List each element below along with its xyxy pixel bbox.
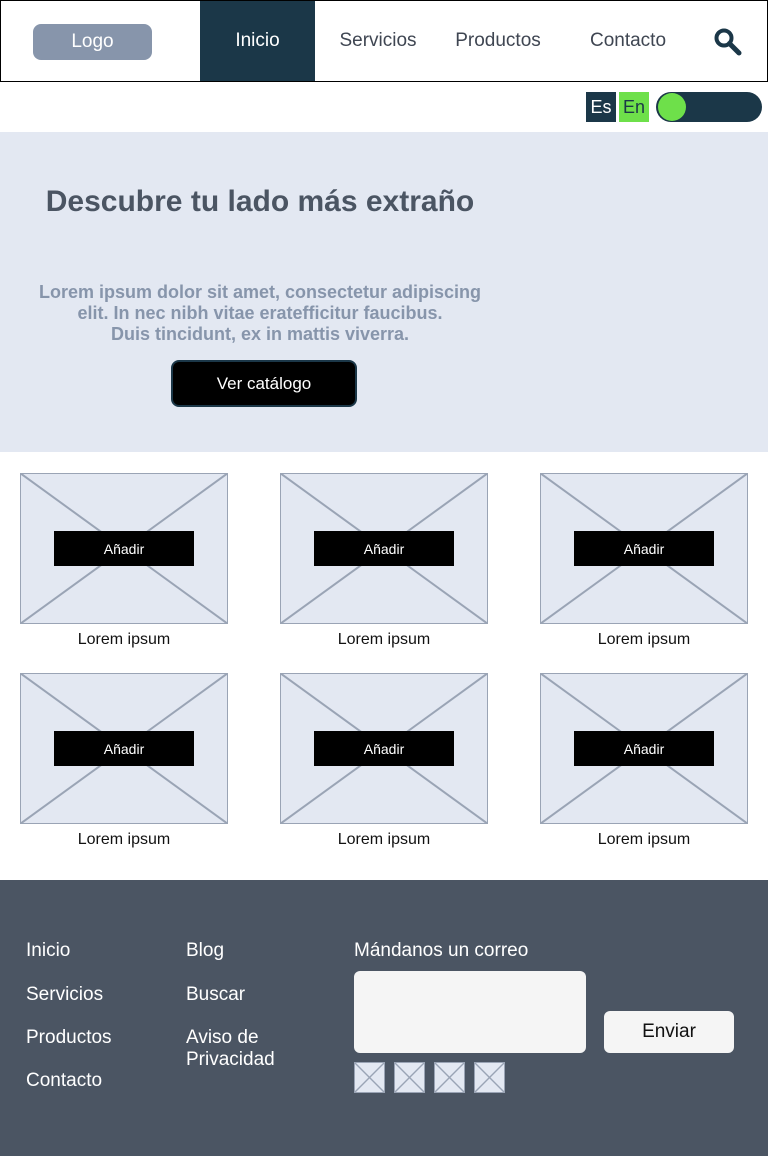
footer-link-blog[interactable]: Blog xyxy=(186,940,224,962)
hero-title: Descubre tu lado más extraño xyxy=(45,185,475,218)
social-icon[interactable] xyxy=(394,1062,425,1093)
add-to-cart-button[interactable]: Añadir xyxy=(574,731,714,766)
catalog-button[interactable]: Ver catálogo xyxy=(171,360,357,407)
send-button[interactable]: Enviar xyxy=(604,1011,734,1053)
nav-item-productos[interactable]: Productos xyxy=(441,1,555,81)
footer-link-contacto[interactable]: Contacto xyxy=(26,1070,102,1092)
hero-text: Lorem ipsum dolor sit amet, consectetur … xyxy=(10,282,510,345)
footer-link-privacidad[interactable]: Aviso de Privacidad xyxy=(186,1027,306,1071)
hero-text-line: Duis tincidunt, ex in mattis viverra. xyxy=(110,324,410,344)
nav-item-servicios[interactable]: Servicios xyxy=(327,1,429,81)
nav-item-inicio[interactable]: Inicio xyxy=(200,1,315,81)
hero-text-line: elit. In nec nibh vitae eratefficitur fa… xyxy=(77,303,443,323)
mail-heading: Mándanos un correo xyxy=(354,940,529,961)
hero-section: Descubre tu lado más extraño Lorem ipsum… xyxy=(0,132,768,452)
social-icon[interactable] xyxy=(474,1062,505,1093)
product-name: Lorem ipsum xyxy=(77,631,171,648)
footer-link-productos[interactable]: Productos xyxy=(26,1027,112,1049)
search-icon[interactable] xyxy=(713,27,743,57)
theme-toggle[interactable] xyxy=(656,92,762,122)
social-icon[interactable] xyxy=(354,1062,385,1093)
product-name: Lorem ipsum xyxy=(337,631,431,648)
product-name: Lorem ipsum xyxy=(597,831,691,848)
top-navigation: Logo Inicio Servicios Productos Contacto xyxy=(0,0,768,82)
product-name: Lorem ipsum xyxy=(337,831,431,848)
add-to-cart-button[interactable]: Añadir xyxy=(54,531,194,566)
add-to-cart-button[interactable]: Añadir xyxy=(314,731,454,766)
language-en-button[interactable]: En xyxy=(619,92,649,122)
add-to-cart-button[interactable]: Añadir xyxy=(314,531,454,566)
hero-text-line: Lorem ipsum dolor sit amet, consectetur … xyxy=(38,282,482,302)
product-name: Lorem ipsum xyxy=(597,631,691,648)
footer-link-inicio[interactable]: Inicio xyxy=(26,940,70,962)
nav-item-contacto[interactable]: Contacto xyxy=(577,1,679,81)
footer: Inicio Servicios Productos Contacto Blog… xyxy=(0,880,768,1156)
social-icon[interactable] xyxy=(434,1062,465,1093)
add-to-cart-button[interactable]: Añadir xyxy=(574,531,714,566)
add-to-cart-button[interactable]: Añadir xyxy=(54,731,194,766)
language-es-button[interactable]: Es xyxy=(586,92,616,122)
product-name: Lorem ipsum xyxy=(77,831,171,848)
mail-textarea[interactable] xyxy=(354,971,586,1053)
toggle-knob xyxy=(658,93,686,121)
logo-button[interactable]: Logo xyxy=(33,24,152,60)
footer-link-buscar[interactable]: Buscar xyxy=(186,984,245,1006)
footer-link-servicios[interactable]: Servicios xyxy=(26,984,103,1006)
